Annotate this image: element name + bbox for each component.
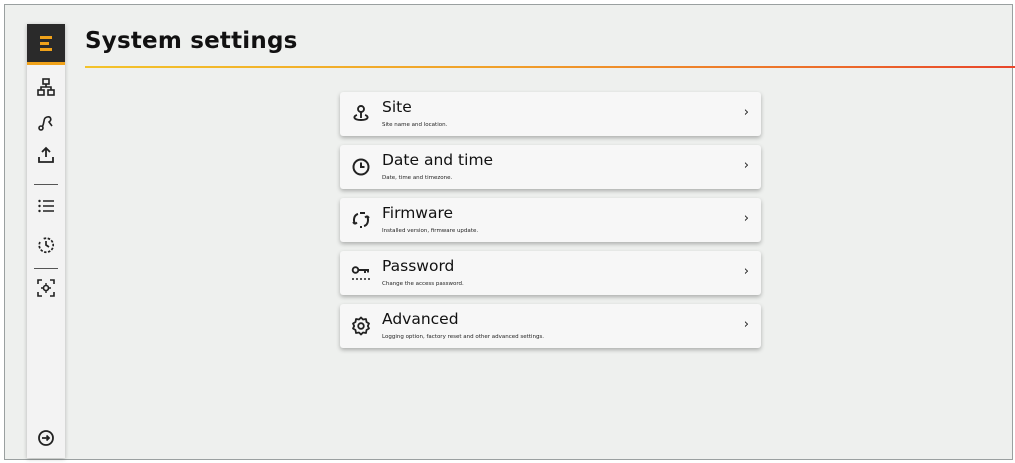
settings-item-title: Password [382, 257, 455, 275]
network-icon [37, 78, 55, 96]
settings-item-site[interactable]: Site Site name and location. › [340, 92, 761, 136]
upload-icon [38, 146, 54, 163]
settings-item-password[interactable]: Password Change the access password. › [340, 251, 761, 295]
settings-item-date-time[interactable]: Date and time Date, time and timezone. › [340, 145, 761, 189]
sidebar-item-logout[interactable] [27, 424, 65, 452]
settings-item-title: Date and time [382, 151, 494, 169]
sidebar-divider [34, 268, 58, 269]
settings-item-title: Advanced [382, 310, 459, 328]
page-title: System settings [85, 28, 298, 54]
scan-icon [37, 279, 55, 297]
settings-item-advanced[interactable]: Advanced Logging option, factory reset a… [340, 304, 761, 348]
route-icon [38, 116, 53, 131]
settings-item-title: Site [382, 98, 412, 116]
key-icon [351, 263, 371, 283]
chevron-right-icon: › [743, 158, 749, 173]
history-icon [38, 237, 54, 253]
sidebar-item-scan[interactable] [27, 274, 65, 302]
sidebar-item-upload[interactable] [27, 141, 65, 169]
settings-item-firmware[interactable]: Firmware Installed version, firmware upd… [340, 198, 761, 242]
settings-item-title: Firmware [382, 204, 454, 222]
sidebar-item-route[interactable] [27, 109, 65, 137]
chevron-right-icon: › [743, 105, 749, 120]
refresh-icon [351, 210, 371, 230]
settings-item-subtitle: Date, time and timezone. [382, 175, 453, 181]
clock-icon [351, 157, 371, 177]
settings-item-subtitle: Site name and location. [382, 122, 448, 128]
logo-icon [40, 35, 52, 51]
title-underline [85, 66, 1015, 68]
location-pin-icon [351, 104, 371, 124]
gear-icon [351, 316, 371, 336]
sidebar-item-network[interactable] [27, 73, 65, 101]
chevron-right-icon: › [743, 317, 749, 332]
sidebar [27, 24, 65, 458]
chevron-right-icon: › [743, 211, 749, 226]
settings-item-subtitle: Change the access password. [382, 281, 464, 287]
sidebar-item-list[interactable] [27, 192, 65, 220]
sidebar-divider [34, 184, 58, 185]
chevron-right-icon: › [743, 264, 749, 279]
list-icon [38, 199, 54, 213]
settings-item-subtitle: Logging option, factory reset and other … [382, 334, 545, 340]
logout-icon [38, 430, 54, 446]
logo[interactable] [27, 24, 65, 65]
settings-item-subtitle: Installed version, firmware update. [382, 228, 479, 234]
sidebar-item-history[interactable] [27, 231, 65, 259]
